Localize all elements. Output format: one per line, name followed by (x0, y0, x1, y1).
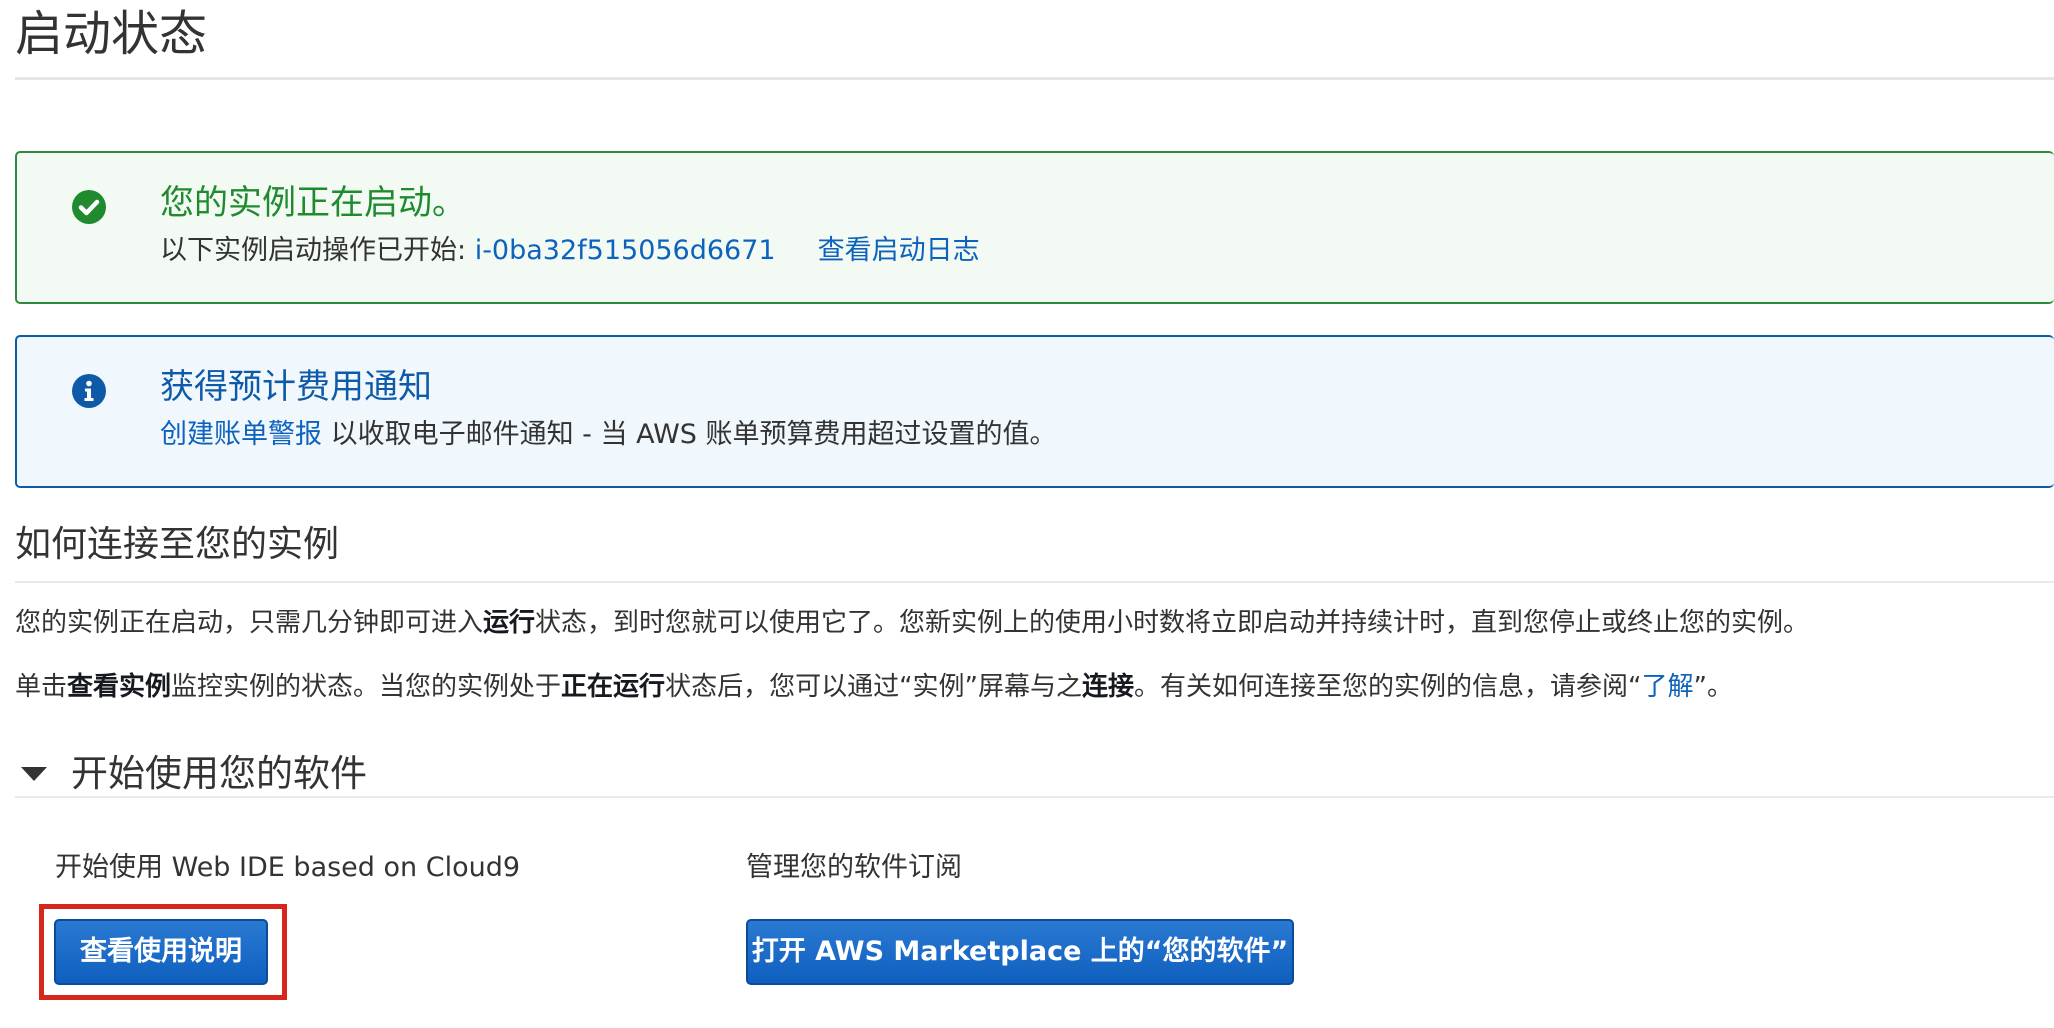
p1-bold-running: 运行 (483, 608, 536, 638)
caret-down-icon (21, 767, 47, 781)
p1-text-1: 您的实例正在启动，只需几分钟即可进入 (15, 608, 484, 638)
connect-section-title: 如何连接至您的实例 (15, 524, 340, 565)
p2-text-3: 状态后，您可以通过“实例”屏幕与之 (665, 672, 1083, 702)
p2-bold-connect: 连接 (1082, 672, 1135, 702)
view-launch-log-link[interactable]: 查看启动日志 (818, 235, 980, 266)
title-divider (15, 77, 2054, 80)
billing-body-text: 以收取电子邮件通知 - 当 AWS 账单预算费用超过设置的值。 (322, 419, 1057, 450)
software-section-divider (15, 796, 2054, 798)
billing-body: 创建账单警报 以收取电子邮件通知 - 当 AWS 账单预算费用超过设置的值。 (160, 417, 1056, 453)
connect-paragraph-2: 单击查看实例监控实例的状态。当您的实例处于正在运行状态后，您可以通过“实例”屏幕… (15, 669, 1733, 705)
p2-text-1: 单击 (15, 672, 68, 702)
success-body: 以下实例启动操作已开始: i-0ba32f515056d6671 查看启动日志 (160, 233, 980, 269)
learn-more-link[interactable]: 了解 (1642, 672, 1694, 702)
cloud9-label: 开始使用 Web IDE based on Cloud9 (55, 852, 521, 883)
p2-text-4: 。有关如何连接至您的实例的信息，请参阅“ (1134, 672, 1642, 702)
success-body-text: 以下实例启动操作已开始: (160, 235, 475, 266)
success-heading: 您的实例正在启动。 (160, 183, 466, 223)
connect-section-divider (15, 581, 2054, 583)
p2-bold-view-instances: 查看实例 (67, 672, 172, 702)
software-section-toggle[interactable]: 开始使用您的软件 (15, 749, 367, 799)
p1-text-2: 状态，到时您就可以使用它了。您新实例上的使用小时数将立即启动并持续计时，直到您停… (535, 608, 1810, 638)
info-circle-icon (72, 374, 106, 408)
instance-id-link[interactable]: i-0ba32f515056d6671 (475, 235, 776, 266)
billing-info-alert: 获得预计费用通知 创建账单警报 以收取电子邮件通知 - 当 AWS 账单预算费用… (15, 335, 2054, 488)
create-billing-alert-link[interactable]: 创建账单警报 (160, 419, 322, 450)
check-circle-icon (72, 190, 106, 224)
open-marketplace-software-button[interactable]: 打开 AWS Marketplace 上的“您的软件” (746, 919, 1294, 985)
launch-success-alert: 您的实例正在启动。 以下实例启动操作已开始: i-0ba32f515056d66… (15, 151, 2054, 304)
p2-text-2: 监控实例的状态。当您的实例处于 (171, 672, 562, 702)
software-section-title: 开始使用您的软件 (71, 752, 367, 795)
connect-paragraph-1: 您的实例正在启动，只需几分钟即可进入运行状态，到时您就可以使用它了。您新实例上的… (15, 605, 1809, 641)
p2-text-5: ”。 (1693, 672, 1734, 702)
billing-heading: 获得预计费用通知 (160, 367, 432, 407)
subscription-label: 管理您的软件订阅 (746, 852, 962, 883)
view-instructions-button[interactable]: 查看使用说明 (54, 919, 268, 985)
p2-bold-running: 正在运行 (561, 672, 666, 702)
page-title: 启动状态 (15, 6, 208, 62)
